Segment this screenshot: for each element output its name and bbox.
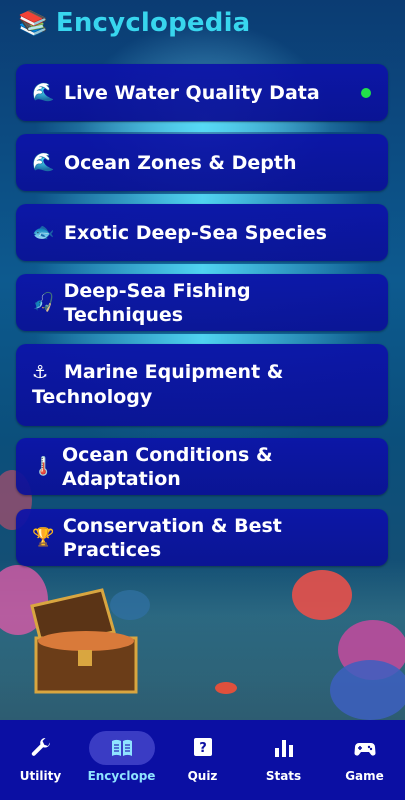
gamepad-icon <box>353 743 376 756</box>
nav-utility[interactable]: Utility <box>0 720 81 800</box>
card-label: Ocean Zones & Depth <box>64 151 297 174</box>
nav-label: Utility <box>19 769 62 783</box>
bottom-navigation: Utility Encyclope ? Quiz Stats Game <box>0 720 405 800</box>
light-ray <box>35 194 370 204</box>
nav-encyclopedia[interactable]: Encyclope <box>81 720 162 800</box>
nav-game[interactable]: Game <box>324 720 405 800</box>
light-ray <box>35 264 370 274</box>
nav-label: Stats <box>265 769 302 783</box>
card-deep-sea-species[interactable]: 🐟 Exotic Deep-Sea Species <box>16 204 388 261</box>
nav-label: Encyclope <box>87 769 156 783</box>
card-label: Live Water Quality Data <box>64 81 320 104</box>
card-label: Deep-Sea Fishing Techniques <box>63 279 251 326</box>
coral-decoration <box>330 660 405 720</box>
card-ocean-zones[interactable]: 🌊 Ocean Zones & Depth <box>16 134 388 191</box>
page-title: Encyclopedia <box>55 8 251 38</box>
card-label-continued: Technology <box>32 386 153 408</box>
nav-quiz[interactable]: ? Quiz <box>162 720 243 800</box>
card-ocean-conditions[interactable]: 🌡️ Ocean Conditions & Adaptation <box>16 438 388 495</box>
treasure-chest-illustration <box>30 588 138 694</box>
app-header: 📚 Encyclopedia <box>18 6 250 40</box>
wave-icon: 🌊 <box>32 81 55 103</box>
books-icon: 📚 <box>18 9 48 37</box>
light-ray <box>35 334 370 344</box>
book-icon <box>111 739 132 756</box>
fishing-pole-icon: 🎣 <box>32 291 55 313</box>
coral-decoration <box>215 682 237 694</box>
live-status-indicator <box>361 88 371 98</box>
wrench-icon <box>31 737 50 756</box>
card-fishing-techniques[interactable]: 🎣 Deep-Sea Fishing Techniques <box>16 274 388 331</box>
card-live-water-quality[interactable]: 🌊 Live Water Quality Data <box>16 64 388 121</box>
coral-decoration <box>292 570 352 620</box>
fish-icon: 🐟 <box>32 221 55 243</box>
light-ray <box>35 122 370 132</box>
svg-text:?: ? <box>199 741 207 756</box>
trophy-icon: 🏆 <box>32 526 55 548</box>
nav-label: Quiz <box>187 769 218 783</box>
card-marine-equipment[interactable]: ⚓ Marine Equipment & Technology <box>16 344 388 426</box>
quiz-icon: ? <box>193 738 212 756</box>
card-label: Conservation & Best Practices <box>62 514 282 561</box>
bar-chart-icon <box>274 740 293 757</box>
card-label: Exotic Deep-Sea Species <box>64 221 327 244</box>
anchor-icon: ⚓ <box>32 362 49 383</box>
thermometer-icon: 🌡️ <box>32 455 55 477</box>
card-label: Ocean Conditions & Adaptation <box>61 443 273 490</box>
card-conservation[interactable]: 🏆 Conservation & Best Practices <box>16 509 388 566</box>
card-label: Marine Equipment & <box>64 361 284 383</box>
nav-label: Game <box>345 769 384 783</box>
nav-stats[interactable]: Stats <box>243 720 324 800</box>
wave-icon: 🌊 <box>32 151 55 173</box>
